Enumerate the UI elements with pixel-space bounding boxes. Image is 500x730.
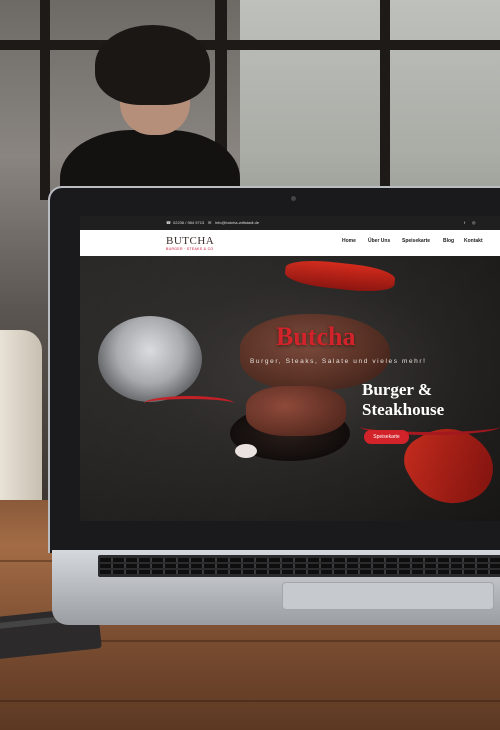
hero-heading-line1: Burger & xyxy=(362,380,433,399)
hero-section: Butcha Burger, Steaks, Salate und vieles… xyxy=(80,256,500,521)
facebook-icon[interactable]: f xyxy=(464,216,465,230)
speisekarte-button[interactable]: Speisekarte xyxy=(364,430,409,444)
email-icon: ✉ xyxy=(208,220,212,225)
site-navbar: BUTCHA BURGER · STEAKS & CO Home Über Un… xyxy=(80,230,500,256)
hero-title: Butcha xyxy=(276,322,356,351)
hero-heading-line2: Steakhouse xyxy=(362,400,445,419)
window-frame xyxy=(0,40,500,50)
topbar-phone[interactable]: 02236 / 984 9713 xyxy=(173,216,204,230)
photo-scene: ☎ 02236 / 984 9713 ✉ info@butcha-wittsta… xyxy=(0,0,500,730)
key-row xyxy=(100,570,500,574)
topbar-email[interactable]: info@butcha-wittstadt.de xyxy=(215,216,259,230)
hero-tagline: Burger, Steaks, Salate und vieles mehr! xyxy=(250,358,427,365)
nav-ueber-uns[interactable]: Über Uns xyxy=(368,238,390,244)
person-hair xyxy=(95,25,210,105)
site-topbar: ☎ 02236 / 984 9713 ✉ info@butcha-wittsta… xyxy=(80,216,500,230)
table-plank xyxy=(0,700,500,702)
window-frame xyxy=(40,0,50,200)
webcam xyxy=(291,196,296,201)
key-row xyxy=(100,558,500,562)
window-light xyxy=(240,0,500,200)
hero-heading: Burger & Steakhouse xyxy=(362,380,444,420)
phone-icon: ☎ xyxy=(166,220,171,225)
key-row xyxy=(100,564,500,568)
instagram-icon[interactable]: ◎ xyxy=(472,216,476,230)
nav-kontakt[interactable]: Kontakt xyxy=(464,238,483,244)
window-frame xyxy=(380,0,390,200)
nav-blog[interactable]: Blog xyxy=(443,238,454,244)
logo-name: BUTCHA xyxy=(166,235,215,247)
laptop-screen: ☎ 02236 / 984 9713 ✉ info@butcha-wittsta… xyxy=(80,216,500,521)
site-logo[interactable]: BUTCHA BURGER · STEAKS & CO xyxy=(166,235,215,253)
trackpad xyxy=(282,582,494,610)
nav-home[interactable]: Home xyxy=(342,238,356,244)
nav-speisekarte[interactable]: Speisekarte xyxy=(402,238,430,244)
logo-subtitle: BURGER · STEAKS & CO xyxy=(166,247,214,251)
